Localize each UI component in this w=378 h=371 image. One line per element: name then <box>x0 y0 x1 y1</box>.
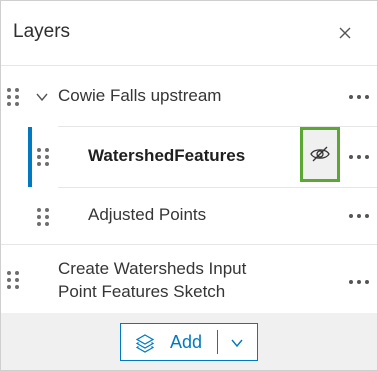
close-button[interactable] <box>333 21 357 45</box>
drag-handle-icon[interactable] <box>7 87 19 107</box>
layer-item[interactable]: Create Watersheds Input Point Features S… <box>1 245 377 313</box>
add-dropdown-button[interactable] <box>218 324 257 360</box>
layer-item-group[interactable]: Cowie Falls upstream <box>1 66 377 126</box>
layer-item[interactable]: Adjusted Points <box>1 188 377 244</box>
more-options-icon[interactable] <box>347 92 371 102</box>
layers-panel: Layers Cowie Falls upstream WatershedFea… <box>0 0 378 371</box>
layers-icon <box>135 334 155 353</box>
panel-footer: Add <box>1 313 377 370</box>
layer-label: WatershedFeatures <box>88 146 246 165</box>
panel-title: Layers <box>13 21 71 42</box>
layer-label: Cowie Falls upstream <box>58 86 222 105</box>
layer-item-selected[interactable]: WatershedFeatures <box>1 127 377 187</box>
close-icon <box>339 27 351 39</box>
add-button-label: Add <box>170 332 203 352</box>
drag-handle-icon[interactable] <box>37 147 49 167</box>
panel-header: Layers <box>1 1 377 66</box>
more-options-icon[interactable] <box>347 211 371 221</box>
add-button[interactable]: Add <box>121 324 217 360</box>
drag-handle-icon[interactable] <box>7 270 19 290</box>
eye-off-icon <box>310 146 330 162</box>
visibility-toggle-button[interactable] <box>300 127 340 182</box>
drag-handle-icon[interactable] <box>37 207 49 227</box>
layer-label: Create Watersheds Input Point Features S… <box>58 257 246 303</box>
chevron-down-icon[interactable] <box>35 90 49 104</box>
add-button-group: Add <box>120 323 258 361</box>
layer-label-line: Point Features Sketch <box>58 282 226 301</box>
layer-label: Adjusted Points <box>88 205 207 224</box>
more-options-icon[interactable] <box>347 152 371 162</box>
more-options-icon[interactable] <box>347 277 371 287</box>
chevron-down-icon <box>231 339 243 348</box>
layer-label-line: Create Watersheds Input <box>58 259 247 278</box>
